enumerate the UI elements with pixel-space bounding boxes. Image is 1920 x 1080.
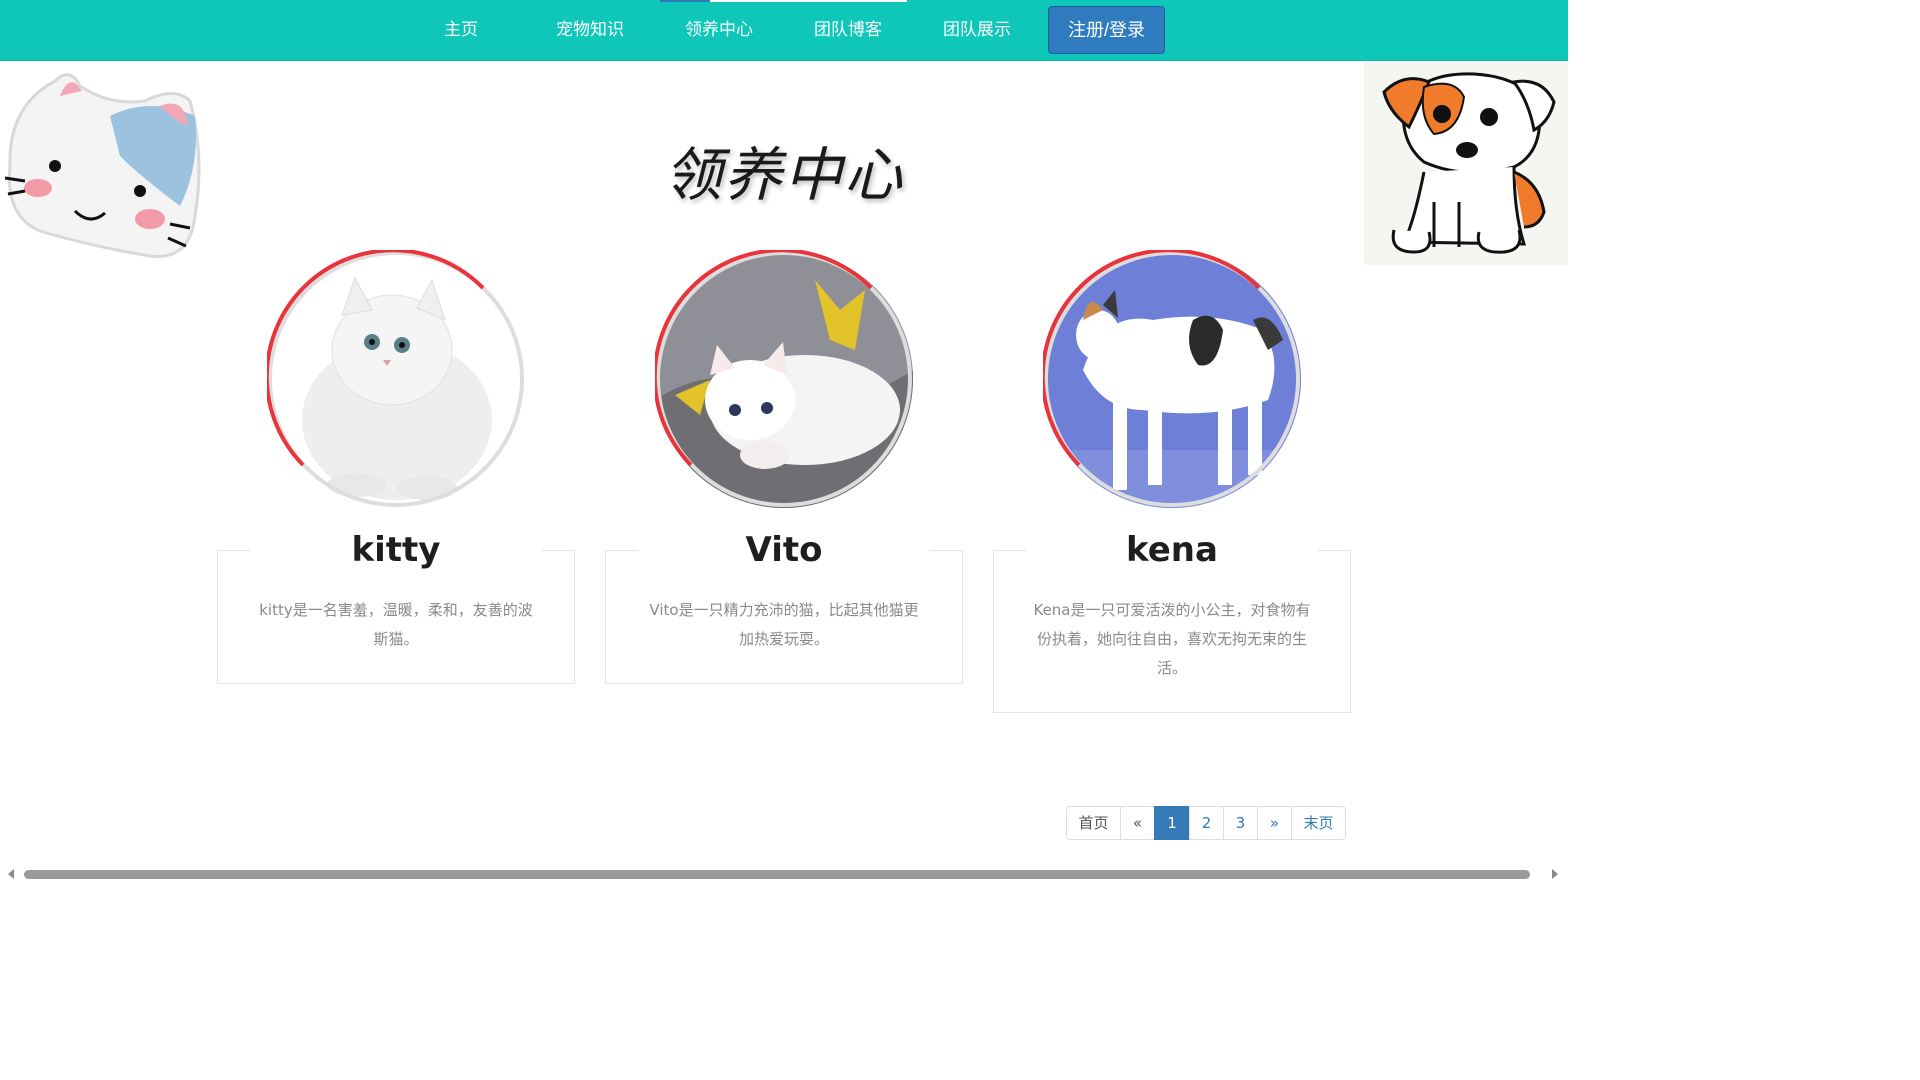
nav-item-home[interactable]: 主页 [425,0,497,60]
pet-info-box: Kena是一只可爱活泼的小公主，对食物有份执着，她向往自由，喜欢无拘无束的生活。 [993,550,1351,713]
register-login-button[interactable]: 注册/登录 [1048,6,1165,54]
scroll-left-arrow-icon[interactable] [8,869,14,879]
pagination: 首页 « 1 2 3 » 末页 [1066,806,1346,840]
progress-ring [267,250,524,507]
pagination-page-2[interactable]: 2 [1189,806,1224,840]
progress-ring [655,250,912,507]
top-navbar: 主页 宠物知识 领养中心 团队博客 团队展示 注册/登录 [0,0,1568,61]
pagination-first[interactable]: 首页 [1066,806,1121,840]
pagination-prev[interactable]: « [1120,806,1155,840]
pet-info-box: Vito是一只精力充沛的猫，比起其他猫更加热爱玩耍。 [605,550,963,684]
progress-ring [1043,250,1300,507]
pet-description: Kena是一只可爱活泼的小公主，对食物有份执着，她向往自由，喜欢无拘无束的生活。 [1033,601,1311,677]
pagination-next[interactable]: » [1257,806,1292,840]
nav-item-team-showcase[interactable]: 团队展示 [935,0,1019,60]
page-title: 领养中心 [663,141,904,209]
nav-item-team-blog[interactable]: 团队博客 [806,0,890,60]
pagination-page-3[interactable]: 3 [1223,806,1258,840]
pagination-page-1[interactable]: 1 [1154,806,1190,840]
scrollbar-thumb[interactable] [24,870,1530,879]
pet-name: Vito [745,530,823,570]
horizontal-scrollbar[interactable] [0,866,1568,884]
nav-item-pet-knowledge[interactable]: 宠物知识 [548,0,632,60]
scroll-right-arrow-icon[interactable] [1552,869,1558,879]
pet-info-box: kitty是一名害羞，温暖，柔和，友善的波斯猫。 [217,550,575,684]
pet-name: kena [1126,530,1218,570]
pet-name: kitty [351,530,441,570]
pagination-last[interactable]: 末页 [1291,806,1346,840]
nav-item-adoption-center[interactable]: 领养中心 [677,0,761,60]
